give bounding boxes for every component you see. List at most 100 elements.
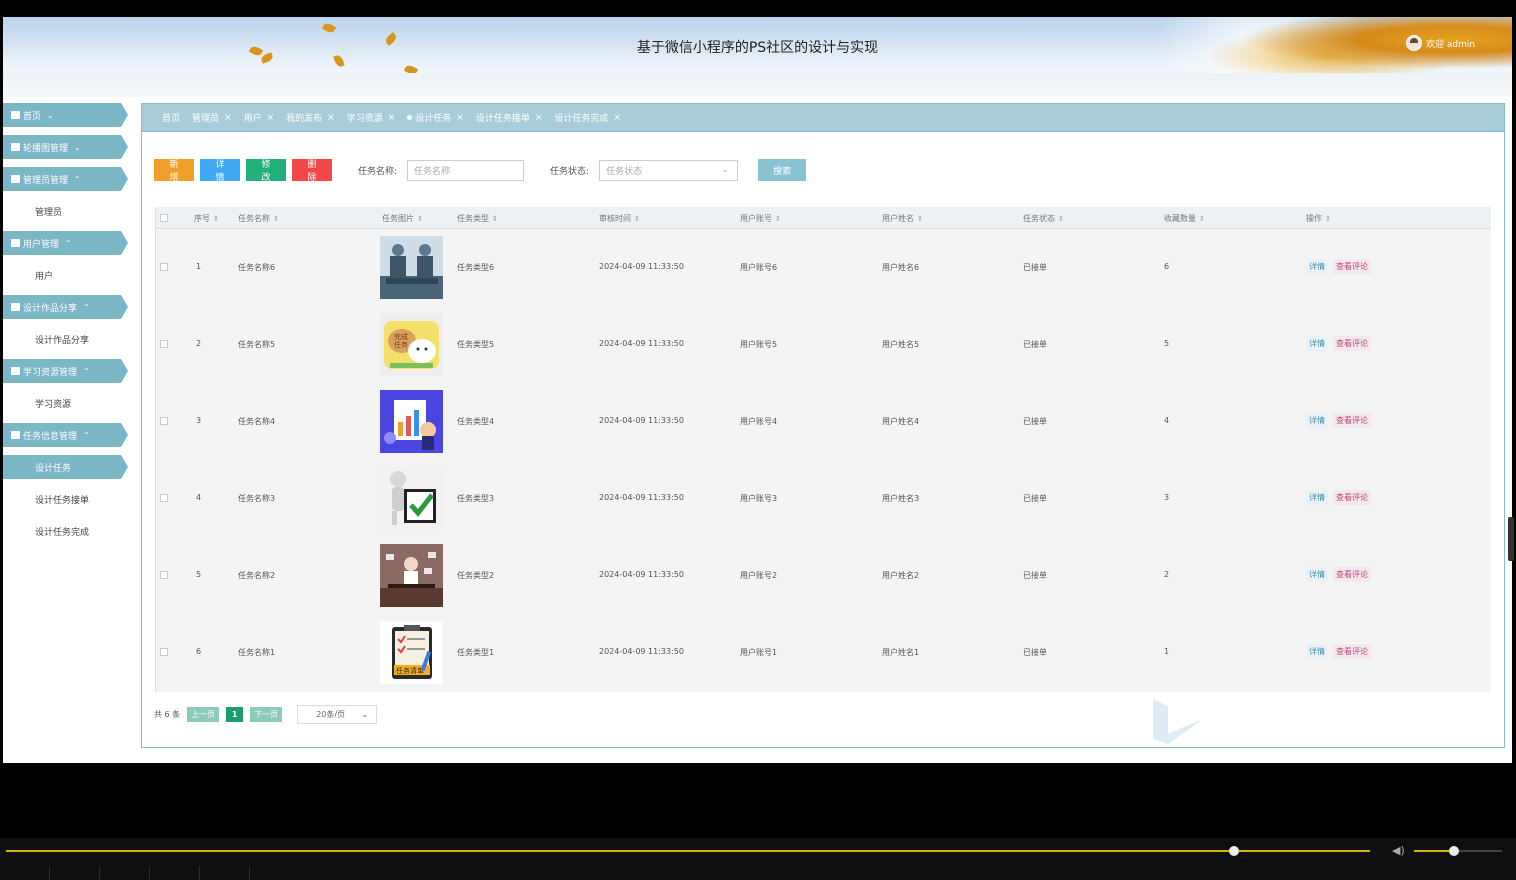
cell-status: 已接单 bbox=[1023, 648, 1047, 657]
seek-bar[interactable] bbox=[6, 850, 1370, 852]
table-row[interactable]: 1 任务名称6 任务类型6 2024-04-09 11:33:50 用户账号6 用户姓名6… bbox=[156, 229, 1491, 306]
column-header-4[interactable]: 审核时间 ⇕ bbox=[599, 213, 640, 224]
search-button[interactable]: 搜索 bbox=[758, 159, 807, 181]
sidebar-item-11[interactable]: 设计任务 bbox=[3, 455, 128, 479]
page-scrollbar[interactable] bbox=[1508, 517, 1514, 561]
close-icon[interactable]: × bbox=[267, 113, 275, 123]
img-list-thumbnail[interactable]: 任务清单 bbox=[380, 621, 443, 684]
row-comments-button[interactable]: 查看评论 bbox=[1333, 567, 1371, 582]
close-icon[interactable]: × bbox=[535, 113, 543, 123]
task-status-select[interactable]: 任务状态 ⌄ bbox=[599, 159, 739, 181]
page-size-select[interactable]: 20条/页 ⌄ bbox=[297, 705, 378, 724]
cell-status: 已接单 bbox=[1023, 494, 1047, 503]
sort-icon[interactable]: ⇕ bbox=[917, 215, 923, 223]
sidebar-group-10[interactable]: 任务信息管理 ⌃ bbox=[3, 423, 128, 447]
table-row[interactable]: 4 任务名称3 任务类型3 2024-04-09 11:33:50 用户账号3 用户姓名3… bbox=[156, 460, 1491, 537]
row-comments-button[interactable]: 查看评论 bbox=[1333, 490, 1371, 505]
img-busy-thumbnail[interactable] bbox=[380, 544, 443, 607]
row-detail-button[interactable]: 详情 bbox=[1306, 644, 1328, 659]
row-checkbox[interactable] bbox=[160, 571, 168, 579]
delete-button[interactable]: 删除 bbox=[292, 159, 332, 182]
tab-3[interactable]: 我的发布 × bbox=[286, 111, 335, 125]
seek-handle[interactable] bbox=[1228, 846, 1239, 856]
user-menu[interactable]: 欢迎 admin bbox=[1406, 35, 1475, 51]
sort-icon[interactable]: ⇕ bbox=[1058, 215, 1064, 223]
row-detail-button[interactable]: 详情 bbox=[1306, 413, 1328, 428]
tab-1[interactable]: 管理员 × bbox=[192, 111, 232, 125]
prev-page-button[interactable]: 上一页 bbox=[187, 707, 220, 722]
volume-handle[interactable] bbox=[1448, 846, 1459, 856]
table-row[interactable]: 6 任务名称1 任务清单 任务类型1 2024-04-09 11:33:50 用户账号1 用… bbox=[156, 614, 1491, 691]
row-comments-button[interactable]: 查看评论 bbox=[1333, 336, 1371, 351]
sort-icon[interactable]: ⇕ bbox=[1199, 215, 1205, 223]
sidebar-group-0[interactable]: 首页 ⌄ bbox=[3, 103, 128, 127]
row-comments-button[interactable]: 查看评论 bbox=[1333, 644, 1371, 659]
sort-icon[interactable]: ⇕ bbox=[775, 215, 781, 223]
close-icon[interactable]: × bbox=[613, 113, 621, 123]
row-checkbox[interactable] bbox=[160, 494, 168, 502]
img-chart-thumbnail[interactable] bbox=[380, 390, 443, 453]
row-checkbox[interactable] bbox=[160, 340, 168, 348]
row-comments-button[interactable]: 查看评论 bbox=[1333, 259, 1371, 274]
close-icon[interactable]: × bbox=[327, 113, 335, 123]
sidebar-group-1[interactable]: 轮播图管理 ⌄ bbox=[3, 135, 128, 159]
page-1-button[interactable]: 1 bbox=[226, 707, 244, 722]
tab-6[interactable]: 设计任务接单 × bbox=[476, 111, 543, 125]
detail-button[interactable]: 详情 bbox=[200, 159, 240, 182]
edit-button[interactable]: 修改 bbox=[246, 159, 286, 182]
table-row[interactable]: 2 任务名称5 完成 任务 任务类型5 2024-04-09 11:33:50 用户账号5 用… bbox=[156, 306, 1491, 383]
column-header-7[interactable]: 任务状态 ⇕ bbox=[1023, 213, 1064, 224]
table-row[interactable]: 5 任务名称2 任务类型2 2024-04-09 11:33:50 用户账号2 用户姓名2… bbox=[156, 537, 1491, 614]
row-comments-button[interactable]: 查看评论 bbox=[1333, 413, 1371, 428]
book-icon bbox=[11, 367, 20, 375]
volume-icon[interactable]: ◀) bbox=[1392, 844, 1406, 857]
task-name-input[interactable]: 任务名称 bbox=[407, 159, 525, 181]
row-checkbox[interactable] bbox=[160, 417, 168, 425]
select-all-checkbox[interactable] bbox=[160, 214, 168, 222]
row-detail-button[interactable]: 详情 bbox=[1306, 259, 1328, 274]
column-header-8[interactable]: 收藏数量 ⇕ bbox=[1164, 213, 1205, 224]
sidebar-item-5[interactable]: 用户 bbox=[3, 263, 129, 287]
sidebar-item-9[interactable]: 学习资源 bbox=[3, 391, 129, 415]
table-row[interactable]: 3 任务名称4 任务类型4 2024-04-09 11:33:50 用户账号4 用户姓名4… bbox=[156, 383, 1491, 460]
sidebar-item-3[interactable]: 管理员 bbox=[3, 199, 129, 223]
sidebar-item-13[interactable]: 设计任务完成 bbox=[3, 519, 129, 543]
img-meeting-thumbnail[interactable] bbox=[380, 236, 443, 299]
sort-icon[interactable]: ⇕ bbox=[634, 215, 640, 223]
row-checkbox[interactable] bbox=[160, 648, 168, 656]
sidebar-group-4[interactable]: 用户管理 ⌃ bbox=[3, 231, 128, 255]
sort-icon[interactable]: ⇕ bbox=[273, 215, 279, 223]
sort-icon[interactable]: ⇕ bbox=[1325, 215, 1331, 223]
sidebar-group-8[interactable]: 学习资源管理 ⌃ bbox=[3, 359, 128, 383]
img-check-thumbnail[interactable] bbox=[380, 467, 443, 530]
row-detail-button[interactable]: 详情 bbox=[1306, 567, 1328, 582]
column-header-1[interactable]: 任务名称 ⇕ bbox=[238, 213, 279, 224]
row-detail-button[interactable]: 详情 bbox=[1306, 490, 1328, 505]
column-header-6[interactable]: 用户姓名 ⇕ bbox=[882, 213, 923, 224]
sort-icon[interactable]: ⇕ bbox=[492, 215, 498, 223]
column-header-9[interactable]: 操作 ⇕ bbox=[1306, 213, 1331, 224]
row-checkbox[interactable] bbox=[160, 263, 168, 271]
sort-icon[interactable]: ⇕ bbox=[417, 215, 423, 223]
sidebar-item-12[interactable]: 设计任务接单 bbox=[3, 487, 129, 511]
column-header-5[interactable]: 用户账号 ⇕ bbox=[740, 213, 781, 224]
img-done-thumbnail[interactable]: 完成任务 bbox=[380, 313, 443, 376]
tab-2[interactable]: 用户 × bbox=[244, 111, 275, 125]
sort-icon[interactable]: ⇕ bbox=[213, 215, 219, 223]
sidebar-group-2[interactable]: 管理员管理 ⌃ bbox=[3, 167, 128, 191]
close-icon[interactable]: × bbox=[388, 113, 396, 123]
sidebar-item-7[interactable]: 设计作品分享 bbox=[3, 327, 129, 351]
column-header-2[interactable]: 任务图片 ⇕ bbox=[382, 213, 423, 224]
sidebar-group-6[interactable]: 设计作品分享 ⌃ bbox=[3, 295, 128, 319]
close-icon[interactable]: × bbox=[456, 113, 464, 123]
next-page-button[interactable]: 下一页 bbox=[250, 707, 283, 722]
tab-0[interactable]: 首页 bbox=[162, 111, 180, 124]
column-header-0[interactable]: 序号 ⇕ bbox=[194, 213, 219, 224]
column-header-3[interactable]: 任务类型 ⇕ bbox=[457, 213, 498, 224]
add-button[interactable]: 新增 bbox=[154, 159, 194, 182]
tab-7[interactable]: 设计任务完成 × bbox=[554, 111, 621, 125]
tab-4[interactable]: 学习资源 × bbox=[347, 111, 396, 125]
row-detail-button[interactable]: 详情 bbox=[1306, 336, 1328, 351]
close-icon[interactable]: × bbox=[224, 113, 232, 123]
tab-5[interactable]: 设计任务 × bbox=[407, 111, 464, 124]
